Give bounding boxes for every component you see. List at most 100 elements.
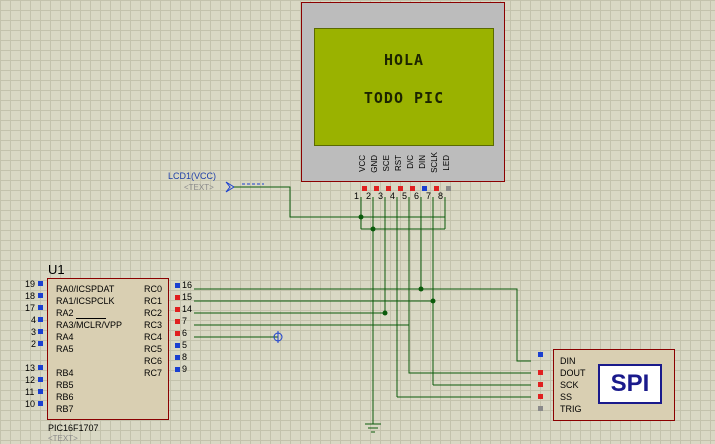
ic-pin-label: RB4: [56, 368, 74, 378]
lcd-pin-label: VCC: [358, 155, 367, 172]
pin-marker: [38, 401, 43, 406]
wire-vcc: [240, 186, 362, 218]
junction: [430, 298, 436, 304]
ic-pin-num: 7: [182, 316, 188, 326]
ic-pin-num: 15: [182, 292, 193, 302]
ic-pin-label: RB5: [56, 380, 74, 390]
ic-pin-num: 6: [182, 328, 188, 338]
lcd-pin-label: D/C: [406, 155, 415, 169]
pin-marker: [38, 365, 43, 370]
lcd-pin-num: 4: [390, 191, 396, 201]
ic-pin-label: RA1/ICSPCLK: [56, 296, 115, 306]
ic-ref[interactable]: U1: [48, 262, 65, 277]
ic-pin-label: RC0: [144, 284, 163, 294]
lcd-pin-label: SCLK: [430, 152, 439, 173]
ic-pin-num: 12: [25, 375, 36, 385]
ic-pin-num: 9: [182, 364, 188, 374]
ic-pin-num: 5: [182, 340, 188, 350]
pin-marker: [38, 317, 43, 322]
spi-pin-label: SS: [560, 392, 573, 402]
junction: [370, 226, 376, 232]
pin-marker: [175, 331, 180, 336]
ic-pin-label: RA5: [56, 344, 74, 354]
spi-pin-label: DOUT: [560, 368, 586, 378]
ic-pin-num: 14: [182, 304, 193, 314]
pin-marker: [175, 367, 180, 372]
lcd-pin-label: DIN: [418, 155, 427, 169]
ic-pin-label: RA2: [56, 308, 74, 318]
ic-pin-num: 2: [31, 339, 37, 349]
lcd-pin-num: 5: [402, 191, 408, 201]
lcd-pin-num: 3: [378, 191, 384, 201]
spi-badge: SPI: [598, 364, 662, 404]
ic-pin-num: 19: [25, 279, 36, 289]
lcd-pin-label: LED: [442, 155, 451, 171]
pin-marker: [38, 341, 43, 346]
spi-debugger[interactable]: SPI DIN DOUT SCK SS TRIG: [553, 349, 675, 421]
junction: [382, 310, 388, 316]
pin-marker: [538, 406, 543, 411]
pin-marker: [538, 352, 543, 357]
pin-marker: [175, 343, 180, 348]
pin-marker: [38, 377, 43, 382]
lcd-pin-num: 7: [426, 191, 432, 201]
wire-spi-dout: [408, 349, 531, 374]
ic-pin-label: RC7: [144, 368, 163, 378]
power-text: <TEXT>: [184, 183, 214, 192]
ic-pin-label: RA0/ICSPDAT: [56, 284, 115, 294]
ic-pin-label: RC6: [144, 356, 163, 366]
pin-marker: [175, 283, 180, 288]
power-label[interactable]: LCD1(VCC): [168, 171, 216, 181]
spi-pin-label: DIN: [560, 356, 576, 366]
ic-pin-label: RB7: [56, 404, 74, 414]
mclr-overbar: [76, 318, 106, 319]
pin-marker: [538, 370, 543, 375]
lcd-module[interactable]: HOLA TODO PIC VCC GND SCE RST D/C DIN SC…: [301, 2, 505, 182]
ic-pin-num: 8: [182, 352, 188, 362]
ic-pin-num: 17: [25, 303, 36, 313]
lcd-line-2: TODO PIC: [363, 89, 445, 107]
ic-pin-label: RA4: [56, 332, 74, 342]
spi-pin-label: TRIG: [560, 404, 582, 414]
lcd-line-1: HOLA: [383, 51, 425, 69]
lcd-pin-label: RST: [394, 155, 403, 171]
ic-pin-label: RC5: [144, 344, 163, 354]
pin-marker: [446, 186, 451, 191]
lcd-pin-num: 1: [354, 191, 360, 201]
lcd-pin-label: SCE: [382, 155, 391, 172]
ic-pin-num: 10: [25, 399, 36, 409]
pin-marker: [175, 319, 180, 324]
pin-marker: [38, 305, 43, 310]
pin-marker: [538, 382, 543, 387]
ic-pin-num: 13: [25, 363, 36, 373]
ic-pin-num: 3: [31, 327, 37, 337]
lcd-pin-num: 6: [414, 191, 420, 201]
ic-pin-num: 4: [31, 315, 37, 325]
spi-pin-label: SCK: [560, 380, 579, 390]
ic-pin-num: 11: [25, 387, 35, 397]
lcd-pin-num: 2: [366, 191, 372, 201]
ic-pin-label: RC4: [144, 332, 163, 342]
pin-marker: [38, 293, 43, 298]
pin-marker: [38, 281, 43, 286]
ic-pin-label: RA3/MCLR/VPP: [56, 320, 123, 330]
lcd-pin-num: 8: [438, 191, 444, 201]
ic-pin-label: RC2: [144, 308, 163, 318]
pin-marker: [538, 394, 543, 399]
junction: [358, 214, 364, 220]
pin-marker: [38, 329, 43, 334]
ic-text: <TEXT>: [48, 434, 78, 443]
ic-pin-label: RC1: [144, 296, 163, 306]
ic-part-number: PIC16F1707: [48, 423, 99, 433]
pin-marker: [175, 355, 180, 360]
ic-pin-num: 16: [182, 280, 193, 290]
pin-marker: [38, 389, 43, 394]
pin-marker: [175, 295, 180, 300]
junction: [418, 286, 424, 292]
lcd-screen: HOLA TODO PIC: [314, 28, 494, 146]
ic-pin-num: 18: [25, 291, 36, 301]
lcd-pin-label: GND: [370, 155, 379, 173]
pin-marker: [175, 307, 180, 312]
ic-pin-label: RC3: [144, 320, 163, 330]
ic-pin-label: RB6: [56, 392, 74, 402]
